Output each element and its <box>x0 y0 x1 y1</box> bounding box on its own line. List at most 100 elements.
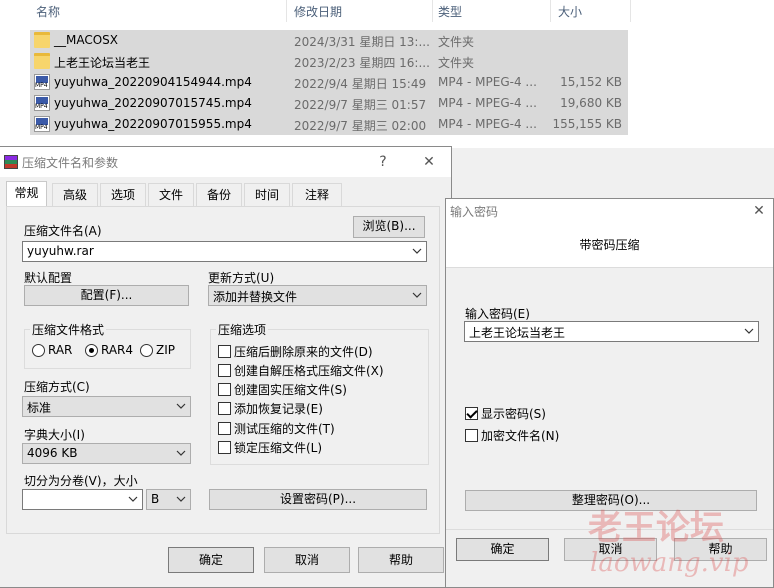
checkbox-box <box>465 429 478 442</box>
header-divider <box>446 267 773 268</box>
create-sfx-checkbox[interactable]: 创建自解压格式压缩文件(X) <box>218 362 384 379</box>
tab-advanced[interactable]: 高级 <box>52 183 98 206</box>
format-rar-radio[interactable]: RAR <box>32 343 72 357</box>
close-icon[interactable]: ✕ <box>748 200 770 222</box>
chevron-down-icon <box>176 496 186 502</box>
column-name[interactable]: 名称 <box>36 3 60 20</box>
cancel-button[interactable]: 取消 <box>264 547 350 573</box>
file-type: MP4 - MPEG-4 ... <box>438 75 537 89</box>
password-dialog-titlebar[interactable]: 输入密码 ✕ <box>446 199 773 223</box>
mp4-video-icon <box>34 95 50 111</box>
file-date: 2024/3/31 星期日 13:... <box>294 35 430 49</box>
checkbox-box <box>218 364 231 377</box>
format-rar4-radio[interactable]: RAR4 <box>85 343 133 357</box>
file-row[interactable]: yuyuhwa_20220904154944.mp4 2022/9/4 星期日 … <box>30 72 628 93</box>
archive-name-label: 压缩文件名(A) <box>24 224 102 238</box>
split-unit-value: B <box>151 492 160 506</box>
dialog-titlebar[interactable]: 压缩文件名和参数 ? ✕ <box>0 147 451 177</box>
split-size-combo[interactable] <box>22 489 143 510</box>
tab-time[interactable]: 时间 <box>244 183 290 206</box>
browse-button[interactable]: 浏览(B)... <box>353 216 425 238</box>
mp4-video-icon <box>34 74 50 90</box>
update-mode-select[interactable]: 添加并替换文件 <box>208 285 427 306</box>
split-volumes-label: 切分为分卷(V)，大小 <box>24 474 138 488</box>
file-type: 文件夹 <box>438 56 475 70</box>
dialog-title: 压缩文件名和参数 <box>22 156 119 170</box>
column-modified[interactable]: 修改日期 <box>294 3 342 20</box>
winrar-app-icon <box>4 155 18 169</box>
chevron-down-icon <box>128 496 138 502</box>
chevron-down-icon <box>176 450 186 456</box>
file-size: 155,155 KB <box>552 117 622 131</box>
chevron-down-icon <box>412 292 422 298</box>
ok-button[interactable]: 确定 <box>168 547 254 573</box>
checkbox-box <box>465 407 478 420</box>
file-row[interactable]: yuyuhwa_20220907015955.mp4 2022/9/7 星期三 … <box>30 114 628 135</box>
checkbox-label: 测试压缩的文件(T) <box>234 422 335 436</box>
chevron-down-icon <box>176 403 186 409</box>
column-type[interactable]: 类型 <box>438 3 462 20</box>
file-type: 文件夹 <box>438 35 475 49</box>
lock-archive-checkbox[interactable]: 锁定压缩文件(L) <box>218 439 322 456</box>
checkbox-box <box>218 383 231 396</box>
file-name: 上老王论坛当老王 <box>54 56 151 70</box>
tab-general[interactable]: 常规 <box>6 181 47 207</box>
radio-label: RAR <box>48 343 73 357</box>
archive-options-title: 压缩选项 <box>216 321 269 338</box>
close-icon[interactable]: ✕ <box>418 151 440 173</box>
radio-indicator <box>140 343 153 357</box>
tab-options[interactable]: 选项 <box>100 183 146 206</box>
watermark-url-text: laowang.vip <box>590 548 749 578</box>
compression-method-label: 压缩方式(C) <box>24 380 90 394</box>
chevron-down-icon <box>412 248 422 254</box>
radio-label: RAR4 <box>101 343 134 357</box>
checkbox-label: 创建固实压缩文件(S) <box>234 383 347 397</box>
file-date: 2023/2/23 星期四 16:... <box>294 56 430 70</box>
help-button[interactable]: 帮助 <box>358 547 444 573</box>
file-row[interactable]: __MACOSX 2024/3/31 星期日 13:... 文件夹 <box>30 30 628 51</box>
dictionary-size-select[interactable]: 4096 KB <box>22 443 191 464</box>
checkbox-box <box>218 345 231 358</box>
radio-indicator <box>32 343 45 357</box>
tab-backup[interactable]: 备份 <box>196 183 242 206</box>
file-name: yuyuhwa_20220907015745.mp4 <box>54 96 252 110</box>
add-recovery-record-checkbox[interactable]: 添加恢复记录(E) <box>218 400 323 417</box>
archive-name-combo[interactable]: yuyuhw.rar <box>22 241 427 262</box>
profiles-button[interactable]: 配置(F)... <box>24 285 189 306</box>
format-zip-radio[interactable]: ZIP <box>140 343 175 357</box>
checkbox-label: 压缩后删除原来的文件(D) <box>234 345 373 359</box>
file-explorer: 名称 修改日期 类型 大小 __MACOSX 2024/3/31 星期日 13:… <box>0 0 774 148</box>
encrypt-file-names-checkbox[interactable]: 加密文件名(N) <box>465 427 559 444</box>
help-icon[interactable]: ? <box>372 151 394 173</box>
password-input[interactable]: 上老王论坛当老王 <box>464 321 759 342</box>
checkbox-box <box>218 402 231 415</box>
set-password-button[interactable]: 设置密码(P)... <box>209 489 427 510</box>
checkbox-label: 添加恢复记录(E) <box>234 402 323 416</box>
tab-comment[interactable]: 注释 <box>292 183 342 206</box>
password-ok-button[interactable]: 确定 <box>456 538 549 561</box>
show-password-checkbox[interactable]: 显示密码(S) <box>465 405 546 422</box>
column-size[interactable]: 大小 <box>558 3 582 20</box>
file-row[interactable]: 上老王论坛当老王 2023/2/23 星期四 16:... 文件夹 <box>30 51 628 72</box>
update-mode-value: 添加并替换文件 <box>213 290 298 304</box>
password-value: 上老王论坛当老王 <box>469 326 566 340</box>
password-dialog-title: 输入密码 <box>450 205 499 219</box>
compression-method-select[interactable]: 标准 <box>22 396 191 417</box>
dictionary-size-label: 字典大小(I) <box>24 428 85 442</box>
create-solid-checkbox[interactable]: 创建固实压缩文件(S) <box>218 381 347 398</box>
radio-indicator <box>85 343 98 357</box>
file-row[interactable]: yuyuhwa_20220907015745.mp4 2022/9/7 星期三 … <box>30 93 628 114</box>
update-mode-label: 更新方式(U) <box>208 271 275 285</box>
delete-after-archiving-checkbox[interactable]: 压缩后删除原来的文件(D) <box>218 343 373 360</box>
file-name: yuyuhwa_20220907015955.mp4 <box>54 117 252 131</box>
test-archived-files-checkbox[interactable]: 测试压缩的文件(T) <box>218 420 335 437</box>
archive-format-title: 压缩文件格式 <box>30 321 107 338</box>
chevron-down-icon <box>744 328 754 334</box>
checkbox-label: 显示密码(S) <box>481 407 546 421</box>
file-date: 2022/9/7 星期三 02:00 <box>294 119 427 133</box>
file-date: 2022/9/7 星期三 01:57 <box>294 98 427 112</box>
default-profile-label: 默认配置 <box>24 271 73 285</box>
radio-label: ZIP <box>156 343 175 357</box>
split-unit-select[interactable]: B <box>146 489 191 510</box>
tab-files[interactable]: 文件 <box>148 183 194 206</box>
